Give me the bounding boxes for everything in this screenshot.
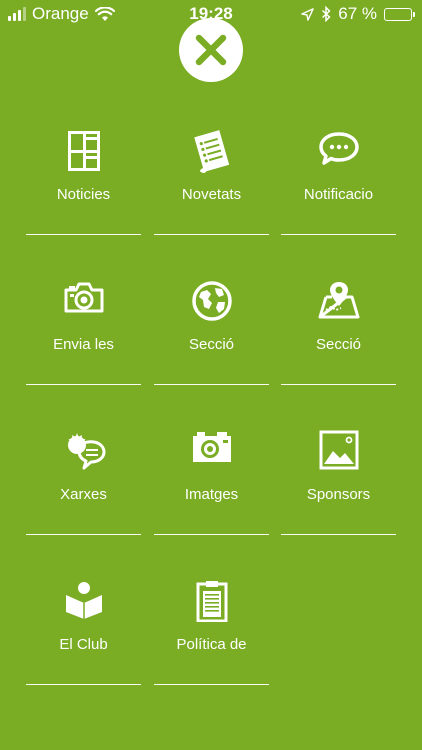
divider <box>281 534 396 535</box>
menu-item-sponsors[interactable]: Sponsors <box>281 426 396 536</box>
menu-item-label: Sponsors <box>306 486 371 503</box>
menu-item-envia-les[interactable]: Envia les <box>26 276 141 386</box>
map-pin-icon <box>318 282 359 319</box>
divider <box>281 234 396 235</box>
menu-item-imatges[interactable]: Imatges <box>154 426 269 536</box>
menu-item-label: Noticies <box>56 186 111 203</box>
divider <box>154 684 269 685</box>
speech-bubble-icon <box>318 132 359 165</box>
menu-item-label: Imatges <box>184 486 239 503</box>
divider <box>26 234 141 235</box>
document-list-icon <box>193 130 229 173</box>
divider <box>26 384 141 385</box>
menu-item-label: Secció <box>315 336 362 353</box>
divider <box>281 384 396 385</box>
divider <box>154 234 269 235</box>
globe-icon <box>191 281 232 321</box>
divider <box>154 534 269 535</box>
bluetooth-icon <box>322 6 331 22</box>
menu-item-seccio-globe[interactable]: Secció <box>154 276 269 386</box>
camera-icon <box>64 282 103 313</box>
divider <box>154 384 269 385</box>
menu-item-label: Envia les <box>53 336 114 353</box>
picture-frame-icon <box>319 430 358 470</box>
close-icon <box>195 34 227 66</box>
menu-item-seccio-map[interactable]: Secció <box>281 276 396 386</box>
menu-item-politica[interactable]: Política de <box>154 576 269 686</box>
newspaper-icon <box>67 131 100 171</box>
menu-item-label: Xarxes <box>60 486 107 503</box>
photo-camera-icon <box>192 432 231 462</box>
battery-percent: 67 % <box>338 4 377 23</box>
menu-item-label: El Club <box>59 636 108 653</box>
clipboard-icon <box>196 581 227 622</box>
menu-item-label: Novetats <box>181 186 242 203</box>
menu-item-novetats[interactable]: Novetats <box>154 126 269 236</box>
menu-item-xarxes[interactable]: Xarxes <box>26 426 141 536</box>
close-button[interactable] <box>179 18 243 82</box>
reader-book-icon <box>65 582 102 619</box>
battery-icon <box>384 7 415 21</box>
divider <box>26 684 141 685</box>
menu-item-label: Secció <box>188 336 235 353</box>
location-arrow-icon <box>301 7 315 21</box>
menu-item-el-club[interactable]: El Club <box>26 576 141 686</box>
menu-item-label: Notificacio <box>303 186 374 203</box>
social-chat-icon <box>67 433 105 470</box>
menu-item-label: Política de <box>176 636 247 653</box>
menu-item-notificacio[interactable]: Notificacio <box>281 126 396 236</box>
divider <box>26 534 141 535</box>
menu-item-noticies[interactable]: Noticies <box>26 126 141 236</box>
